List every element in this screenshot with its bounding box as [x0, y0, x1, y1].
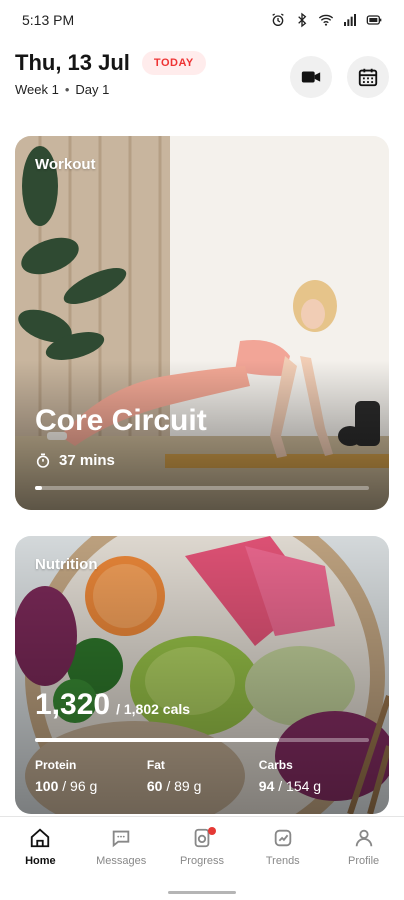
notification-dot	[207, 827, 216, 835]
workout-duration: 37 mins	[35, 452, 115, 469]
calendar-button[interactable]	[347, 56, 389, 98]
week-day-row: Week 1 • Day 1	[15, 82, 389, 97]
alarm-icon	[272, 13, 284, 26]
workout-title: Core Circuit	[35, 404, 207, 437]
status-time: 5:13 PM	[22, 12, 75, 28]
user-icon	[355, 829, 372, 847]
macro-value-row: 100 / 96 g	[35, 778, 145, 794]
macro-value: 60	[146, 778, 163, 794]
chat-icon	[112, 830, 130, 848]
calendar-icon	[358, 68, 378, 87]
trend-icon	[274, 829, 292, 847]
macro-carbs: Carbs 94 / 154 g	[259, 758, 369, 794]
battery-icon	[366, 15, 382, 25]
macro-total: / 89 g	[166, 778, 202, 794]
workout-progress-fill	[35, 486, 42, 490]
nav-label-home: Home	[25, 855, 56, 867]
macro-fat: Fat 60 / 89 g	[147, 758, 257, 794]
week-label: Week 1	[15, 82, 59, 97]
macro-value: 100	[35, 778, 59, 794]
video-camera-icon	[301, 71, 321, 83]
status-bar: 5:13 PM	[0, 0, 404, 40]
nav-label-profile: Profile	[347, 855, 380, 867]
calories-total: / 1,802 cals	[116, 701, 191, 717]
workout-label: Workout	[35, 156, 96, 173]
video-call-button[interactable]	[290, 56, 332, 98]
duration-text: 37 mins	[59, 452, 115, 469]
bottom-nav: Home Messages Progress Trends Profile	[0, 816, 404, 900]
nav-item-trends[interactable]: Trends	[243, 827, 323, 900]
workout-card[interactable]: Workout Core Circuit 37 mins	[15, 136, 389, 510]
macro-label: Protein	[35, 758, 77, 772]
wifi-icon	[318, 14, 334, 26]
separator-dot: •	[64, 82, 70, 97]
macro-value-row: 60 / 89 g	[147, 778, 257, 794]
macro-protein: Protein 100 / 96 g	[35, 758, 145, 794]
calorie-progress-bar	[35, 738, 369, 742]
header: Thu, 13 Jul TODAY Week 1 • Day 1	[15, 50, 389, 110]
macro-value-row: 94 / 154 g	[259, 778, 369, 794]
macros-row: Protein 100 / 96 g Fat 60 / 89 g Carbs 9…	[35, 758, 369, 794]
calorie-progress-fill	[35, 738, 279, 742]
signal-icon	[344, 14, 356, 26]
nav-label-trends: Trends	[265, 855, 300, 867]
nav-label-messages: Messages	[96, 855, 147, 867]
day-label: Day 1	[75, 82, 110, 97]
page-title[interactable]: Thu, 13 Jul	[15, 50, 130, 76]
nav-label-progress: Progress	[179, 855, 224, 867]
nutrition-label: Nutrition	[35, 556, 98, 573]
today-badge[interactable]: TODAY	[141, 51, 206, 75]
workout-progress-bar	[35, 486, 369, 490]
status-icons	[270, 12, 382, 28]
nav-item-messages[interactable]: Messages	[81, 827, 161, 900]
date-row: Thu, 13 Jul TODAY	[15, 50, 389, 76]
nav-item-home[interactable]: Home	[0, 827, 80, 900]
stopwatch-icon	[36, 453, 50, 468]
macro-total: / 154 g	[278, 778, 322, 794]
nutrition-card[interactable]: Nutrition 1,320 / 1,802 cals Protein 100…	[15, 536, 389, 814]
macro-label: Carbs	[258, 758, 293, 772]
macro-total: / 96 g	[62, 778, 98, 794]
calorie-summary: 1,320 / 1,802 cals	[35, 688, 190, 722]
home-indicator	[168, 891, 236, 894]
bluetooth-icon	[298, 12, 307, 28]
calories-consumed: 1,320	[35, 688, 111, 721]
nav-item-progress[interactable]: Progress	[162, 827, 242, 900]
nav-item-profile[interactable]: Profile	[324, 827, 404, 900]
macro-value: 94	[258, 778, 275, 794]
home-icon	[31, 828, 50, 848]
macro-label: Fat	[146, 758, 165, 772]
